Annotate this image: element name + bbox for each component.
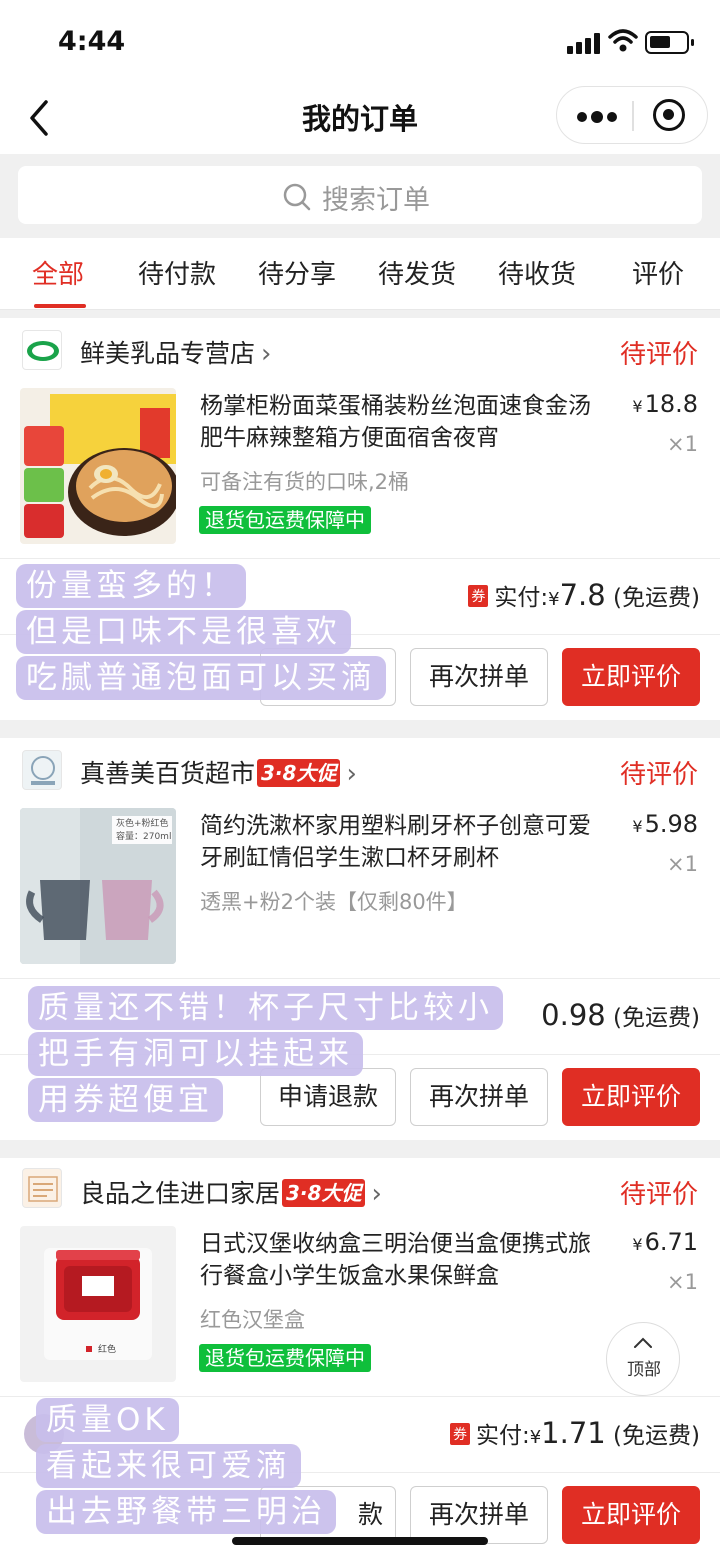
wifi-icon xyxy=(608,29,638,52)
home-indicator xyxy=(232,1537,488,1545)
tab-pending-payment[interactable]: 待付款 xyxy=(138,254,216,291)
divider xyxy=(0,558,720,559)
product-image[interactable] xyxy=(20,388,176,544)
signal-icon xyxy=(567,32,603,54)
paid-amount: 券实付:¥7.8 (免运费) xyxy=(468,578,700,612)
product-title[interactable]: 杨掌柜粉面菜蛋桶装粉丝泡面速食金汤肥牛麻辣整箱方便面宿舍夜宵 xyxy=(200,390,605,454)
review-button[interactable]: 立即评价 xyxy=(562,1486,700,1544)
product-spec: 可备注有货的口味,2桶 xyxy=(200,470,410,494)
reorder-button[interactable]: 再次拼单 xyxy=(410,1486,548,1544)
chevron-right-icon: › xyxy=(371,1179,382,1209)
order-tabs: 全部 待付款 待分享 待发货 待收货 评价 xyxy=(0,238,720,310)
status-time: 4:44 xyxy=(58,26,126,57)
review-button[interactable]: 立即评价 xyxy=(562,1068,700,1126)
note-line: 把手有洞可以挂起来 xyxy=(28,1032,363,1076)
paid-amount: 0.98 (免运费) xyxy=(541,998,700,1032)
promo-badge: 3·8大促 xyxy=(257,759,341,787)
chevron-up-icon xyxy=(634,1337,652,1348)
shop-logo xyxy=(22,330,62,370)
search-bar: 搜索订单 xyxy=(0,154,720,238)
product-quantity: ×1 xyxy=(667,432,698,456)
coupon-badge: 券 xyxy=(449,1423,470,1445)
tab-all[interactable]: 全部 xyxy=(32,254,84,291)
reorder-button[interactable]: 再次拼单 xyxy=(410,648,548,706)
divider xyxy=(0,1396,720,1397)
note-line: 看起来很可爱滴 xyxy=(36,1444,301,1488)
status-bar: 4:44 xyxy=(0,0,720,86)
note-line: 出去野餐带三明治 xyxy=(36,1490,336,1534)
product-title[interactable]: 简约洗漱杯家用塑料刷牙杯子创意可爱牙刷缸情侣学生漱口杯牙刷杯 xyxy=(200,810,605,874)
note-line: 用券超便宜 xyxy=(28,1078,223,1122)
tab-pending-share[interactable]: 待分享 xyxy=(258,254,336,291)
order-status: 待评价 xyxy=(619,760,698,790)
note-line: 吃腻普通泡面可以买滴 xyxy=(16,656,386,700)
shop-logo xyxy=(22,1168,62,1208)
search-icon xyxy=(283,183,311,211)
product-image[interactable]: 灰色+粉红色 容量：270ml xyxy=(20,808,176,964)
back-to-top-label: 顶部 xyxy=(627,1360,661,1380)
product-title[interactable]: 日式汉堡收纳盒三明治便当盒便携式旅行餐盒小学生饭盒水果保鲜盒 xyxy=(200,1228,605,1292)
product-price: ¥5.98 xyxy=(632,810,698,838)
order-status: 待评价 xyxy=(619,340,698,370)
search-input[interactable]: 搜索订单 xyxy=(18,166,702,224)
paid-amount: 券实付:¥1.71 (免运费) xyxy=(449,1416,700,1450)
refund-button[interactable]: 申请退款 xyxy=(260,1068,396,1126)
back-to-top-button[interactable]: 顶部 xyxy=(606,1322,680,1396)
more-icon[interactable] xyxy=(577,107,619,125)
reorder-button[interactable]: 再次拼单 xyxy=(410,1068,548,1126)
product-quantity: ×1 xyxy=(667,852,698,876)
product-spec: 红色汉堡盒 xyxy=(200,1308,305,1332)
product-price: ¥6.71 xyxy=(632,1228,698,1256)
product-price: ¥18.8 xyxy=(632,390,698,418)
tab-pending-receipt[interactable]: 待收货 xyxy=(498,254,576,291)
shop-name[interactable]: 良品之佳进口家居 3·8大促 › xyxy=(80,1174,382,1210)
coupon-badge: 券 xyxy=(468,585,489,607)
return-shipping-badge: 退货包运费保障中 xyxy=(199,1344,371,1372)
shop-name[interactable]: 真善美百货超市 3·8大促 › xyxy=(80,754,357,790)
review-button[interactable]: 立即评价 xyxy=(562,648,700,706)
battery-icon xyxy=(645,31,694,54)
note-line: 质量OK xyxy=(36,1398,179,1442)
thumb-label: 容量：270ml xyxy=(116,832,172,842)
note-line: 质量还不错！杯子尺寸比较小 xyxy=(28,986,503,1030)
nav-bar: 我的订单 xyxy=(0,86,720,154)
miniprogram-capsule xyxy=(556,86,708,144)
product-spec: 透黑+粉2个装【仅剩80件】 xyxy=(200,890,468,914)
tab-review[interactable]: 评价 xyxy=(632,254,684,291)
product-image[interactable]: 红色 xyxy=(20,1226,176,1382)
order-status: 待评价 xyxy=(619,1180,698,1210)
product-quantity: ×1 xyxy=(667,1270,698,1294)
return-shipping-badge: 退货包运费保障中 xyxy=(199,506,371,534)
search-placeholder: 搜索订单 xyxy=(322,185,430,216)
shop-name[interactable]: 鲜美乳品专营店 › xyxy=(80,334,271,370)
thumb-label: 红色 xyxy=(98,1345,117,1355)
shop-logo xyxy=(22,750,62,790)
tab-pending-shipment[interactable]: 待发货 xyxy=(378,254,456,291)
close-miniprogram-icon[interactable] xyxy=(653,99,685,131)
note-line: 但是口味不是很喜欢 xyxy=(16,610,351,654)
chevron-right-icon: › xyxy=(261,339,272,369)
active-tab-indicator xyxy=(34,304,86,308)
chevron-right-icon: › xyxy=(346,759,357,789)
promo-badge: 3·8大促 xyxy=(282,1179,366,1207)
note-line: 份量蛮多的！ xyxy=(16,564,246,608)
thumb-label: 灰色+粉红色 xyxy=(116,819,169,829)
divider xyxy=(0,978,720,979)
